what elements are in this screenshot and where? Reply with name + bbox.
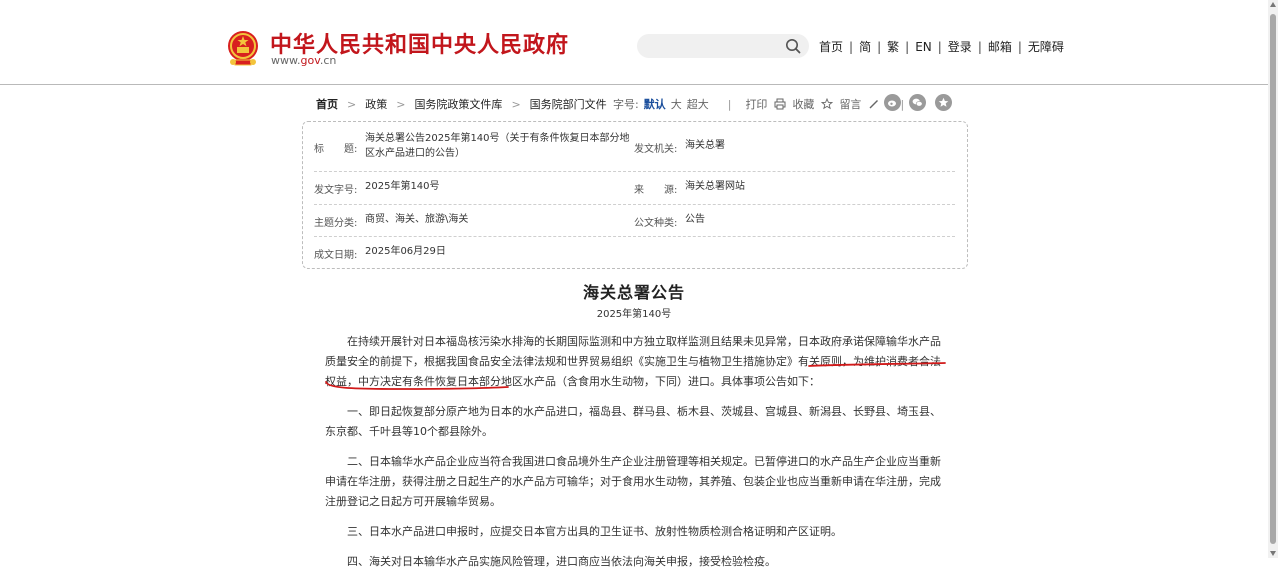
nav-english[interactable]: EN bbox=[915, 40, 932, 54]
site-url-gov: gov bbox=[300, 54, 320, 67]
number-label: 发文字号: bbox=[314, 185, 358, 196]
type-value: 公告 bbox=[685, 214, 705, 225]
comment-button[interactable]: 留言 bbox=[839, 96, 861, 112]
scroll-down-arrow-icon[interactable] bbox=[1270, 551, 1276, 556]
search-box bbox=[637, 34, 809, 58]
nav-separator: | bbox=[937, 39, 942, 54]
article-paragraph-5: 四、海关对日本输华水产品实施风险管理，进口商应当依法向海关申报，接受检验检疫。 bbox=[347, 555, 776, 568]
breadcrumb-policy-library[interactable]: 国务院政策文件库 bbox=[414, 96, 502, 112]
nav-accessibility[interactable]: 无障碍 bbox=[1028, 38, 1064, 55]
info-row-title: 标 题: 海关总署公告2025年第140号（关于有条件恢复日本部分地区水产品进口… bbox=[314, 122, 955, 172]
issuer-label: 发文机关: bbox=[634, 144, 678, 155]
breadcrumb-department-docs[interactable]: 国务院部门文件 bbox=[530, 96, 607, 112]
site-url-suffix: .cn bbox=[319, 54, 337, 67]
nav-separator: | bbox=[849, 39, 854, 54]
pencil-icon[interactable] bbox=[868, 98, 880, 110]
nav-separator: | bbox=[977, 39, 982, 54]
tools-separator: | bbox=[727, 97, 732, 111]
article-title: 海关总署公告 bbox=[582, 283, 685, 302]
font-size-xlarge[interactable]: 超大 bbox=[687, 96, 709, 112]
nav-login[interactable]: 登录 bbox=[948, 38, 972, 55]
scroll-thumb[interactable] bbox=[1270, 14, 1276, 544]
site-url: www.gov.cn bbox=[271, 54, 336, 67]
site-header: 中华人民共和国中央人民政府 www.gov.cn 首页 | 简 | 繁 | EN | 登… bbox=[0, 0, 1268, 85]
page-scrollbar[interactable] bbox=[1268, 0, 1278, 558]
font-size-label: 字号: bbox=[613, 98, 639, 111]
tools-separator: | bbox=[900, 97, 905, 111]
article-paragraph-1: 在持续开展针对日本福岛核污染水排海的长期国际监测和中方独立取样监测且结果未见异常… bbox=[325, 332, 947, 392]
collect-button[interactable]: 收藏 bbox=[792, 96, 814, 112]
wechat-icon[interactable] bbox=[909, 94, 926, 111]
type-label: 公文种类: bbox=[634, 218, 678, 229]
article-number: 2025年第140号 bbox=[596, 309, 672, 320]
issuer-value: 海关总署 bbox=[685, 140, 725, 151]
article-paragraph-4: 三、日本水产品进口申报时，应提交日本官方出具的卫生证书、放射性物质检测合格证明和… bbox=[347, 525, 842, 538]
favorite-star-icon[interactable] bbox=[935, 94, 952, 111]
weibo-icon[interactable] bbox=[884, 94, 901, 111]
breadcrumb-home[interactable]: 首页 bbox=[316, 96, 338, 112]
search-input[interactable] bbox=[647, 34, 777, 58]
nav-separator: | bbox=[877, 39, 882, 54]
nav-traditional[interactable]: 繁 bbox=[887, 38, 899, 55]
date-value: 2025年06月29日 bbox=[365, 246, 446, 257]
date-label: 成文日期: bbox=[314, 250, 358, 261]
document-info-table: 标 题: 海关总署公告2025年第140号（关于有条件恢复日本部分地区水产品进口… bbox=[302, 121, 968, 269]
nav-mail[interactable]: 邮箱 bbox=[988, 38, 1012, 55]
source-label: 来 源: bbox=[634, 185, 678, 196]
print-button[interactable]: 打印 bbox=[745, 96, 767, 112]
breadcrumb-policy[interactable]: 政策 bbox=[365, 96, 387, 112]
paragraph-1-text-a: 在持续开展针对日本福岛核污染水排海的长期国际监测和中方独立取样监测且结果未见异常… bbox=[325, 335, 941, 368]
chevron-right-icon: > bbox=[396, 97, 406, 111]
info-row-topic: 主题分类: 商贸、海关、旅游\海关 公文种类: 公告 bbox=[314, 204, 955, 237]
font-size-default[interactable]: 默认 bbox=[644, 96, 666, 112]
top-nav: 首页 | 简 | 繁 | EN | 登录 | 邮箱 | 无障碍 bbox=[819, 38, 1064, 55]
nav-home[interactable]: 首页 bbox=[819, 38, 843, 55]
paragraph-1-text-b: （含食用水生动物，下同）进口。具体事项公告如下： bbox=[556, 375, 820, 388]
scroll-up-arrow-icon[interactable] bbox=[1270, 2, 1276, 7]
topic-label: 主题分类: bbox=[314, 218, 358, 229]
source-value: 海关总署网站 bbox=[685, 181, 745, 192]
title-value: 海关总署公告2025年第140号（关于有条件恢复日本部分地区水产品进口的公告） bbox=[365, 133, 630, 159]
breadcrumb: 首页 > 政策 > 国务院政策文件库 > 国务院部门文件 bbox=[316, 96, 607, 112]
search-icon[interactable] bbox=[785, 38, 801, 54]
nav-separator: | bbox=[1017, 39, 1022, 54]
topic-value: 商贸、海关、旅游\海关 bbox=[365, 214, 469, 225]
info-row-date: 成文日期: 2025年06月29日 bbox=[314, 236, 955, 267]
info-row-number: 发文字号: 2025年第140号 来 源: 海关总署网站 bbox=[314, 171, 955, 205]
national-emblem-icon[interactable] bbox=[225, 29, 261, 67]
title-label: 标 题: bbox=[314, 144, 358, 155]
article-paragraph-3: 二、日本输华水产品企业应当符合我国进口食品境外生产企业注册管理等相关规定。已暂停… bbox=[325, 455, 941, 508]
font-size-large[interactable]: 大 bbox=[671, 96, 682, 112]
article-paragraph-2: 一、即日起恢复部分原产地为日本的水产品进口，福岛县、群马县、栃木县、茨城县、宫城… bbox=[325, 405, 941, 438]
nav-separator: | bbox=[905, 39, 910, 54]
nav-simplified[interactable]: 简 bbox=[859, 38, 871, 55]
site-url-prefix: www. bbox=[271, 54, 301, 67]
chevron-right-icon: > bbox=[511, 97, 521, 111]
chevron-right-icon: > bbox=[347, 97, 357, 111]
star-outline-icon[interactable] bbox=[821, 98, 834, 110]
number-value: 2025年第140号 bbox=[365, 181, 440, 192]
printer-icon[interactable] bbox=[774, 98, 786, 110]
article-tools: 字号: 默认 大 超大 | 打印 收藏 留言 | bbox=[613, 96, 918, 112]
